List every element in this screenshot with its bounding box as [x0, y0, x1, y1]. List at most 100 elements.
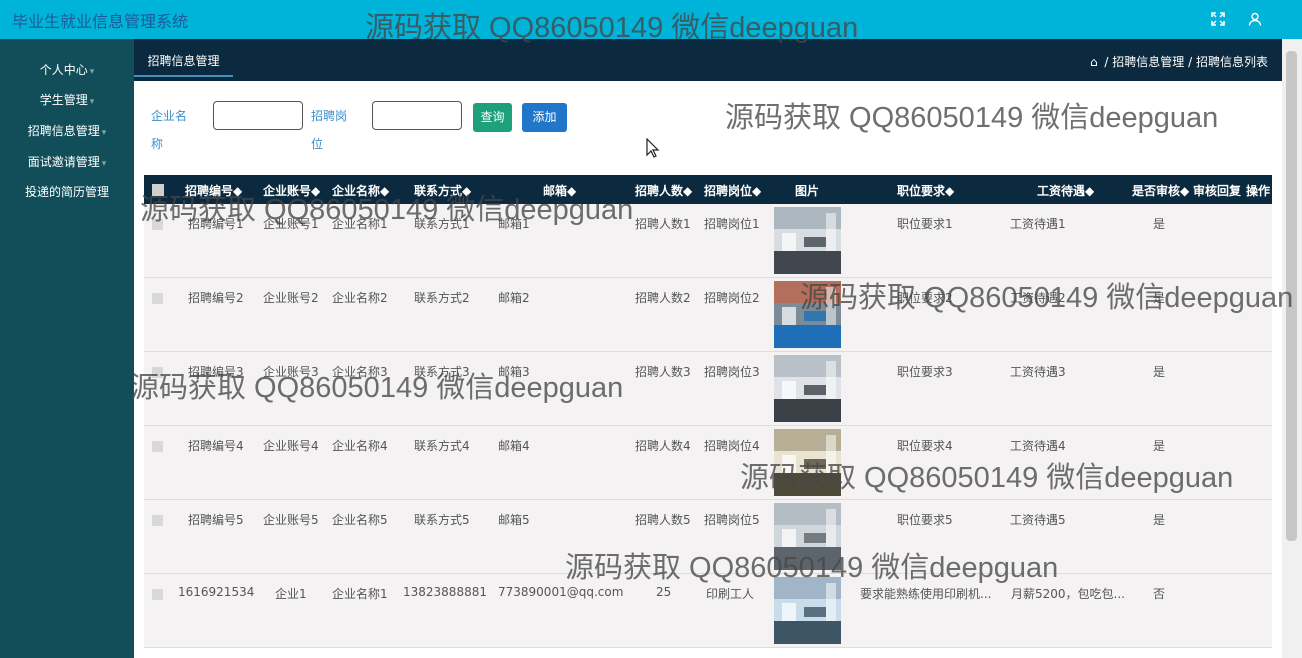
mouse-cursor-icon — [646, 138, 660, 158]
sort-icon: ◆ — [945, 184, 955, 198]
table-row[interactable]: 招聘编号2 企业账号2 企业名称2 联系方式2 邮箱2 招聘人数2 招聘岗位2 职位要求2 工资… — [144, 278, 1272, 352]
caret-down-icon: ▾ — [89, 97, 95, 107]
job-position-label: 招聘岗位 — [311, 109, 348, 151]
header-job-requirements[interactable]: 职位要求◆ — [897, 182, 954, 199]
sort-icon: ◆ — [567, 184, 577, 198]
cell-email: 邮箱4 — [498, 439, 530, 453]
select-all-checkbox[interactable] — [152, 184, 164, 196]
job-position-input[interactable] — [372, 101, 462, 130]
table-header: 招聘编号◆ 企业账号◆ 企业名称◆ 联系方式◆ 邮箱◆ 招聘人数◆ 招聘岗位◆ … — [144, 175, 1272, 204]
add-button[interactable]: 添加 — [522, 103, 567, 132]
header-headcount[interactable]: 招聘人数◆ — [635, 182, 692, 199]
sidebar-item-personal-center[interactable]: 个人中心 ▾ — [0, 61, 134, 78]
row-checkbox[interactable] — [152, 515, 163, 526]
row-checkbox[interactable] — [152, 293, 163, 304]
cell-job-position: 招聘岗位1 — [704, 217, 760, 231]
cell-salary: 月薪5200，包吃包... — [1011, 587, 1125, 601]
cell-company-name: 企业名称1 — [332, 587, 388, 601]
cell-company-name: 企业名称4 — [332, 439, 388, 453]
header-contact[interactable]: 联系方式◆ — [414, 182, 471, 199]
table-row[interactable]: 1616921534 企业1 企业名称1 13823888881 773890001@q… — [144, 574, 1272, 648]
cell-company-name: 企业名称3 — [332, 365, 388, 379]
cell-contact: 联系方式4 — [414, 439, 470, 453]
app-title: 毕业生就业信息管理系统 — [12, 12, 189, 31]
cell-is-reviewed: 是 — [1153, 291, 1166, 305]
breadcrumb-parent[interactable]: 招聘信息管理 — [1112, 55, 1184, 69]
table-row[interactable]: 招聘编号3 企业账号3 企业名称3 联系方式3 邮箱3 招聘人数3 招聘岗位3 职位要求3 工资… — [144, 352, 1272, 426]
sort-icon: ◆ — [1180, 184, 1190, 198]
cell-contact: 联系方式3 — [414, 365, 470, 379]
breadcrumb: ⌂ / 招聘信息管理 / 招聘信息列表 — [1090, 53, 1268, 70]
expand-icon[interactable] — [1207, 8, 1229, 30]
user-icon[interactable] — [1244, 8, 1266, 30]
header-email[interactable]: 邮箱◆ — [543, 182, 576, 199]
cell-is-reviewed: 否 — [1153, 587, 1166, 601]
cell-job-position: 招聘岗位5 — [704, 513, 760, 527]
sort-icon: ◆ — [683, 184, 693, 198]
header-job-position[interactable]: 招聘岗位◆ — [704, 182, 761, 199]
vertical-scrollbar[interactable] — [1282, 39, 1302, 658]
home-icon[interactable]: ⌂ — [1090, 55, 1098, 69]
company-name-input[interactable] — [213, 101, 303, 130]
table-row[interactable]: 招聘编号1 企业账号1 企业名称1 联系方式1 邮箱1 招聘人数1 招聘岗位1 职位要求1 工资… — [144, 204, 1272, 278]
sidebar-item-interview-management[interactable]: 面试邀请管理 ▾ — [0, 153, 134, 170]
header-salary[interactable]: 工资待遇◆ — [1037, 182, 1094, 199]
cell-company-account: 企业1 — [275, 587, 307, 601]
scrollbar-thumb[interactable] — [1286, 51, 1297, 541]
cell-email: 邮箱2 — [498, 291, 530, 305]
cell-salary: 工资待遇1 — [1010, 217, 1066, 231]
caret-down-icon: ▾ — [89, 67, 95, 77]
breadcrumb-current: 招聘信息列表 — [1195, 55, 1268, 69]
table-row[interactable]: 招聘编号4 企业账号4 企业名称4 联系方式4 邮箱4 招聘人数4 招聘岗位4 职位要求4 工资… — [144, 426, 1272, 500]
header-label: 企业名称 — [332, 184, 381, 198]
query-button[interactable]: 查询 — [473, 103, 512, 132]
cell-headcount: 招聘人数2 — [635, 291, 691, 305]
office-photo-thumbnail — [774, 281, 841, 348]
cell-company-account: 企业账号5 — [263, 513, 319, 527]
row-checkbox[interactable] — [152, 589, 163, 600]
table-row[interactable]: 招聘编号5 企业账号5 企业名称5 联系方式5 邮箱5 招聘人数5 招聘岗位5 职位要求5 工资… — [144, 500, 1272, 574]
cell-company-account: 企业账号3 — [263, 365, 319, 379]
header-label: 招聘岗位 — [704, 184, 753, 198]
header-label: 企业账号 — [263, 184, 312, 198]
sidebar-item-student-management[interactable]: 学生管理 ▾ — [0, 91, 134, 108]
sub-nav-bar: 招聘信息管理 ⌂ / 招聘信息管理 / 招聘信息列表 — [134, 39, 1282, 81]
sidebar: 个人中心 ▾ 学生管理 ▾ 招聘信息管理 ▾ 面试邀请管理 ▾ 投递的简历管理 — [0, 39, 134, 658]
breadcrumb-separator: / — [1104, 55, 1109, 69]
top-bar: 毕业生就业信息管理系统 — [0, 0, 1302, 39]
main-content: 招聘信息管理 ⌂ / 招聘信息管理 / 招聘信息列表 企业名称 招聘岗位 查询 … — [134, 39, 1282, 658]
office-photo-thumbnail — [774, 577, 841, 644]
cell-email: 773890001@qq.com — [498, 585, 624, 599]
header-is-reviewed[interactable]: 是否审核◆ — [1132, 182, 1189, 199]
tab-recruitment-management[interactable]: 招聘信息管理 — [134, 52, 233, 77]
office-photo-thumbnail — [774, 355, 841, 422]
cell-is-reviewed: 是 — [1153, 513, 1166, 527]
sort-icon: ◆ — [311, 184, 321, 198]
header-company-account[interactable]: 企业账号◆ — [263, 182, 320, 199]
row-checkbox[interactable] — [152, 367, 163, 378]
header-company-name[interactable]: 企业名称◆ — [332, 182, 389, 199]
row-checkbox[interactable] — [152, 219, 163, 230]
caret-down-icon: ▾ — [101, 159, 107, 169]
header-label: 邮箱 — [543, 184, 568, 198]
header-image: 图片 — [795, 184, 820, 198]
cell-recruit-id: 招聘编号3 — [188, 365, 244, 379]
sidebar-item-recruitment-management[interactable]: 招聘信息管理 ▾ — [0, 122, 134, 139]
row-checkbox[interactable] — [152, 441, 163, 452]
cell-recruit-id: 招聘编号2 — [188, 291, 244, 305]
sort-icon: ◆ — [462, 184, 472, 198]
cell-is-reviewed: 是 — [1153, 439, 1166, 453]
sidebar-item-label: 投递的简历管理 — [24, 185, 109, 199]
cell-contact: 13823888881 — [403, 585, 487, 599]
cell-recruit-id: 招聘编号1 — [188, 217, 244, 231]
office-photo-thumbnail — [774, 429, 841, 496]
cell-recruit-id: 招聘编号5 — [188, 513, 244, 527]
sort-icon: ◆ — [752, 184, 762, 198]
company-name-label: 企业名称 — [151, 109, 188, 151]
cell-job-requirements: 职位要求5 — [897, 513, 953, 527]
header-recruit-id[interactable]: 招聘编号◆ — [185, 182, 242, 199]
sort-icon: ◆ — [233, 184, 243, 198]
cell-company-account: 企业账号1 — [263, 217, 319, 231]
sidebar-item-resume-management[interactable]: 投递的简历管理 — [0, 183, 134, 200]
sidebar-item-label: 学生管理 — [39, 93, 88, 107]
